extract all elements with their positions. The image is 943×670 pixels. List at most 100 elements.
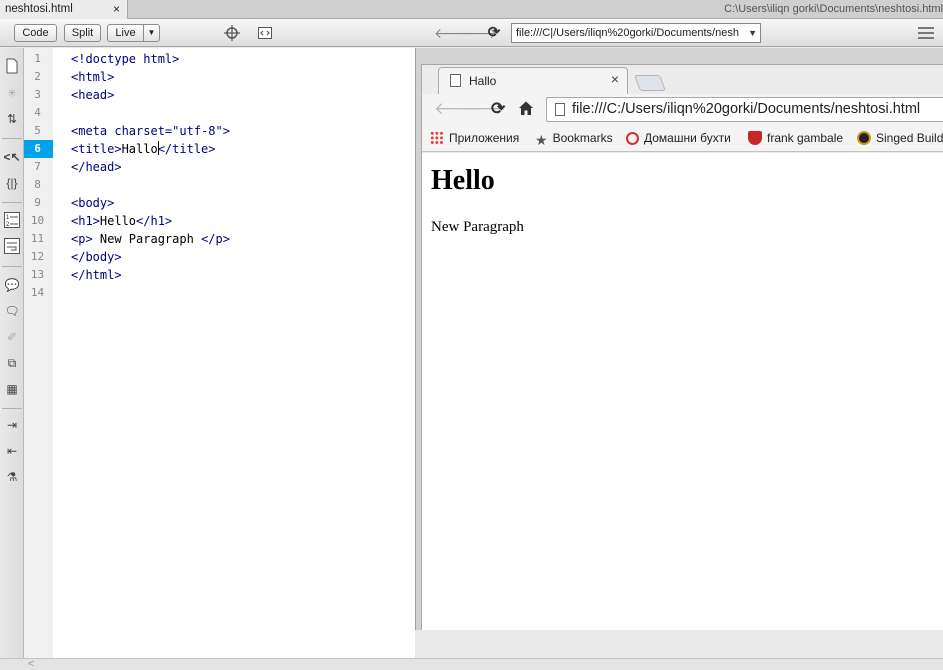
bookmark-home[interactable]: Домашни бухти: [626, 130, 731, 146]
code-text: Hello: [99, 214, 137, 228]
open-documents-icon[interactable]: [3, 58, 21, 76]
code-line: </head>: [71, 160, 122, 174]
code-text: New Paragraph: [92, 232, 202, 246]
live-view-footer: [416, 630, 943, 658]
code-line: <head>: [71, 88, 115, 102]
close-tab-icon[interactable]: ×: [113, 0, 120, 18]
remove-comment-icon[interactable]: 🗨: [3, 302, 21, 320]
code-token: </p>: [201, 232, 230, 246]
code-line: <meta charset="utf-8">: [71, 122, 230, 140]
rendered-page: Hello New Paragraph: [422, 153, 943, 631]
browser-tab-title: Hallo: [469, 74, 497, 88]
code-line-active: <title>Hallo</title>: [71, 140, 216, 158]
line-numbers-icon[interactable]: 12: [3, 212, 21, 230]
code-token: <title>: [71, 142, 122, 156]
coding-toolbar: ✳ ⇅ <↖ {|} 12 💬 🗨 ✐ ⧉ ▦ ⇥ ⇤ ⚗: [0, 48, 24, 658]
bookmark-favicon: [857, 131, 871, 145]
document-toolbar: Code Split Live ▼ 🡐 🡒 ⟳ file:///C|/Users…: [0, 19, 943, 47]
line-number: 11: [30, 232, 45, 245]
browser-navbar: 🡐 🡒 ⟳ file:///C:/Users/iliqn%20gorki/Doc…: [422, 94, 943, 125]
bookmarks-bar: Приложения ★ Bookmarks Домашни бухти fran…: [422, 125, 943, 152]
document-tab-bar: neshtosi.html × C:\Users\iliqn gorki\Doc…: [0, 0, 943, 19]
show-code-navigator-icon[interactable]: ✳: [3, 84, 21, 102]
panel-menu-icon[interactable]: [918, 27, 934, 39]
divider: [2, 138, 22, 139]
bookmark-label: Singed Build: [876, 131, 943, 145]
forward-arrow-icon[interactable]: 🡒: [460, 25, 498, 41]
line-number: 7: [34, 160, 41, 173]
bookmark-label: Приложения: [449, 131, 520, 145]
live-view-panel: Hallo × 🡐 🡒 ⟳ file:///C:/Users/iliqn%20g…: [416, 48, 943, 631]
code-token: <h1>: [71, 214, 100, 228]
code-editor[interactable]: <!doctype html> <html> <head> <meta char…: [53, 48, 415, 658]
new-tab-button[interactable]: [634, 75, 666, 91]
wrap-tag-icon[interactable]: ✐: [3, 328, 21, 346]
line-number: 10: [30, 214, 45, 227]
divider: [2, 202, 22, 203]
back-arrow-icon[interactable]: 🡐: [434, 25, 472, 41]
active-line-number: 6: [24, 140, 53, 158]
code-token: </h1>: [136, 214, 173, 228]
code-line: <p> New Paragraph </p>: [71, 230, 230, 248]
close-icon[interactable]: ×: [611, 71, 619, 87]
apply-comment-icon[interactable]: 💬: [3, 276, 21, 294]
line-number-gutter: 1 2 3 4 5 6 7 8 9 10 11 12 13 14: [24, 48, 53, 658]
code-line: </html>: [71, 268, 122, 282]
move-css-icon[interactable]: ▦: [3, 380, 21, 398]
bookmark-label: frank gambale: [767, 131, 844, 145]
bookmark-frank[interactable]: frank gambale: [748, 130, 843, 146]
code-token: <meta charset=: [71, 124, 173, 138]
outdent-code-icon[interactable]: ⇤: [3, 442, 21, 460]
line-number: 8: [34, 178, 41, 191]
chevron-down-icon: ▼: [748, 28, 757, 38]
home-icon[interactable]: [518, 100, 534, 120]
collapse-selection-icon[interactable]: <↖: [3, 148, 21, 166]
code-token: </title>: [157, 142, 216, 156]
divider: [2, 408, 22, 409]
bookmark-label: Домашни бухти: [644, 131, 731, 145]
code-string: "utf-8": [172, 124, 223, 138]
bookmark-bookmarks[interactable]: ★ Bookmarks: [535, 130, 613, 148]
line-number: 5: [34, 124, 41, 137]
refresh-icon[interactable]: ⟳: [486, 25, 502, 41]
live-options-dropdown[interactable]: ▼: [143, 24, 160, 42]
horizontal-scrollbar[interactable]: <: [0, 658, 943, 670]
code-text: Hallo: [121, 142, 158, 156]
address-select[interactable]: file:///C|/Users/iliqn%20gorki/Documents…: [511, 23, 761, 43]
live-view-button[interactable]: Live: [107, 24, 144, 42]
collapse-full-tag-icon[interactable]: ⇅: [3, 110, 21, 128]
apps-grid-icon: [430, 131, 444, 145]
address-value: file:///C|/Users/iliqn%20gorki/Documents…: [516, 27, 739, 39]
line-number: 12: [30, 250, 45, 263]
star-icon: ★: [535, 132, 548, 148]
code-navigator-icon[interactable]: [257, 25, 273, 41]
expand-all-icon[interactable]: {|}: [3, 174, 21, 192]
bookmark-singed[interactable]: Singed Build: [857, 130, 943, 146]
page-icon: [450, 74, 461, 87]
bookmark-apps[interactable]: Приложения: [430, 130, 519, 146]
browser-window: Hallo × 🡐 🡒 ⟳ file:///C:/Users/iliqn%20g…: [421, 64, 943, 631]
document-tab-title: neshtosi.html: [5, 3, 73, 15]
scroll-left-icon[interactable]: <: [28, 658, 34, 670]
word-wrap-icon[interactable]: [3, 238, 21, 256]
browser-url-field[interactable]: file:///C:/Users/iliqn%20gorki/Documents…: [546, 97, 943, 122]
code-token: >: [222, 124, 230, 138]
recent-snippets-icon[interactable]: ⧉: [3, 354, 21, 372]
indent-code-icon[interactable]: ⇥: [3, 416, 21, 434]
browser-tab[interactable]: Hallo ×: [438, 67, 628, 94]
reload-icon[interactable]: ⟳: [491, 100, 505, 118]
divider: [2, 266, 22, 267]
line-number: 2: [34, 70, 41, 83]
bookmark-favicon: [748, 131, 762, 145]
line-number: 13: [30, 268, 45, 281]
document-tab[interactable]: neshtosi.html ×: [0, 0, 128, 19]
format-source-icon[interactable]: ⚗: [3, 468, 21, 486]
page-heading: Hello: [431, 165, 495, 196]
code-line: <!doctype html>: [71, 52, 180, 66]
code-line: <body>: [71, 196, 115, 210]
code-line: <h1>Hello</h1>: [71, 212, 172, 230]
code-view-button[interactable]: Code: [14, 24, 57, 42]
inspect-target-icon[interactable]: [224, 25, 240, 41]
bookmark-favicon: [626, 132, 639, 145]
split-view-button[interactable]: Split: [64, 24, 101, 42]
